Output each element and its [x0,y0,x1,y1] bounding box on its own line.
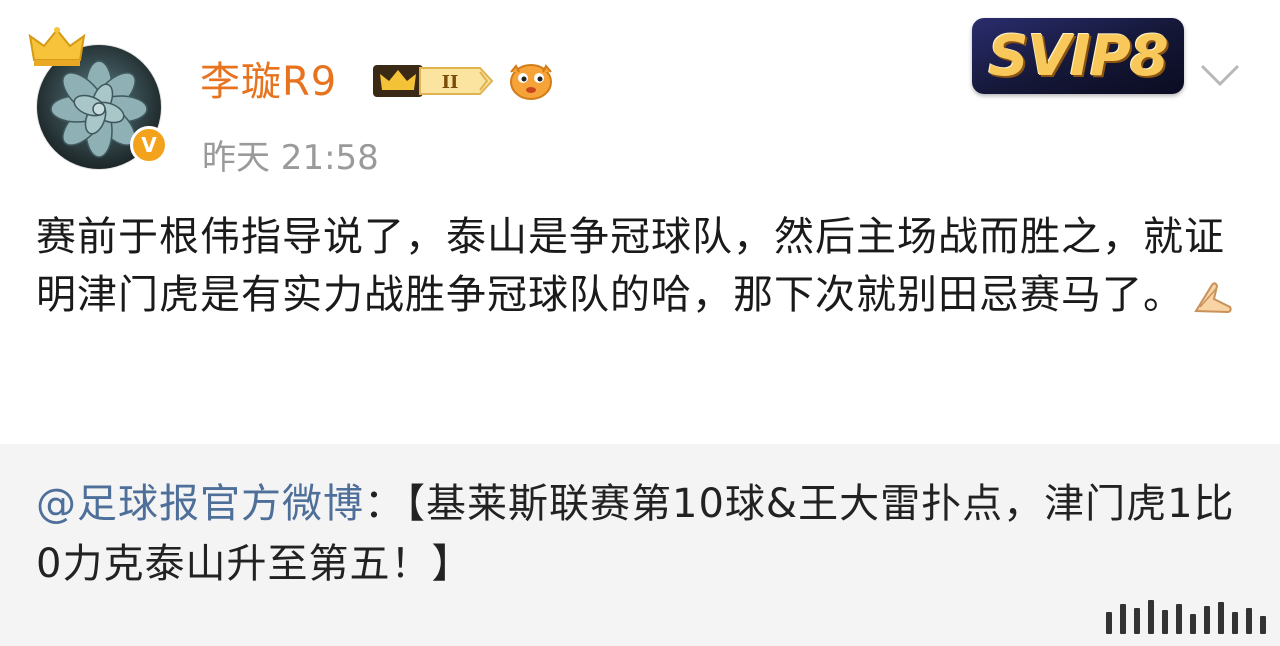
vip-badge-icon[interactable]: II [372,62,496,100]
vip-level-text: II [442,72,459,93]
verified-icon: V [130,126,168,164]
crown-icon [28,27,86,66]
avatar-container[interactable]: V [28,27,168,170]
post-timestamp: 昨天 21:58 [202,138,379,178]
watermark-bars-icon [1106,600,1266,634]
post-body-text: 赛前于根伟指导说了，泰山是争冠球队，然后主场战而胜之，就证明津门虎是有实力战胜争… [36,214,1225,318]
post-content: 赛前于根伟指导说了，泰山是争冠球队，然后主场战而胜之，就证明津门虎是有实力战胜争… [36,208,1246,324]
chevron-down-icon[interactable] [1198,60,1242,90]
username[interactable]: 李璇R9 [200,56,337,108]
pray-hands-emoji [1194,282,1232,314]
svip-badge[interactable]: SVIP8 [972,18,1184,94]
fish-face-emoji [510,64,552,100]
svip-badge-text: SVIP8 [988,23,1169,89]
repost-separator: ： [364,481,405,527]
weibo-post: V 李璇R9 II 昨天 21:58 SVIP8 赛前于根伟指导说了，泰山是争冠… [0,0,1280,646]
repost-text: @足球报官方微博：【基莱斯联赛第10球&王大雷扑点，津门虎1比0力克泰山升至第五… [36,474,1236,594]
repost-box[interactable]: @足球报官方微博：【基莱斯联赛第10球&王大雷扑点，津门虎1比0力克泰山升至第五… [0,444,1280,646]
repost-mention-link[interactable]: @足球报官方微博 [36,481,364,527]
